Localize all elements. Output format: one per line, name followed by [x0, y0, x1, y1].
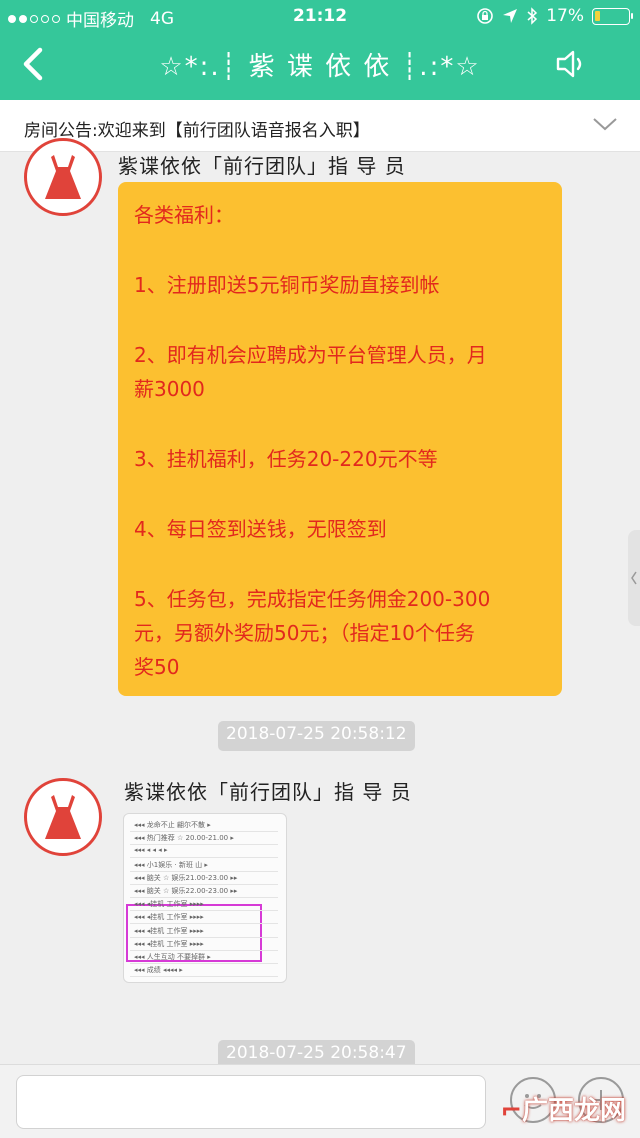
bluetooth-icon	[527, 7, 538, 25]
watermark-text: 广西龙网	[521, 1096, 626, 1126]
announcement-bar[interactable]: 房间公告:欢迎来到【前行团队语音报名入职】	[0, 100, 640, 152]
image-text-line: ◂◂◂ ◂挂机 工作室 ▸▸▸▸	[134, 939, 204, 948]
status-bar: 中国移动 4G 21:12 17%	[0, 0, 640, 32]
image-divider	[130, 831, 278, 832]
message-line	[134, 406, 548, 442]
image-divider	[130, 870, 278, 872]
image-text-line: ◂◂◂ ◂挂机 工作室 ▸▸▸▸	[134, 926, 204, 935]
battery-percent: 17%	[546, 6, 584, 26]
image-text-line: ◂◂◂ ◂挂机 工作室 ▸▸▸▸	[134, 900, 204, 909]
message-line	[134, 546, 548, 582]
image-text-line: ◂◂◂ 热门推荐 ☆ 20.00-21.00 ▸	[134, 834, 234, 843]
message-line: 2、即有机会应聘成为平台管理人员，月	[134, 343, 487, 367]
message-line: 薪3000	[134, 377, 205, 401]
message-input[interactable]	[16, 1075, 486, 1129]
chevron-down-icon[interactable]	[592, 114, 618, 134]
image-divider	[130, 857, 278, 859]
message-line: 奖50	[134, 655, 180, 679]
image-divider	[130, 976, 278, 978]
watermark: ⌐广西龙网	[500, 1090, 626, 1127]
image-text-line: ◂◂◂ 龙命不止 翩尔不散 ▸	[134, 821, 211, 829]
image-text-line: ◂◂◂ 脑关 ☆ 娱乐21.00-23.00 ▸▸	[134, 873, 238, 882]
message-bubble[interactable]: 各类福利： 1、注册即送5元铜币奖励直接到帐 2、即有机会应聘成为平台管理人员，月薪…	[118, 182, 562, 696]
sender-name: 紫谍依依「前行团队」指 导 员	[118, 154, 406, 178]
side-drawer-handle[interactable]	[628, 530, 640, 626]
image-divider	[130, 949, 278, 951]
chevron-left-icon	[631, 571, 637, 585]
image-text-line: ◂◂◂ ◂挂机 工作室 ▸▸▸▸	[134, 913, 204, 922]
top-bar: 中国移动 4G 21:12 17% ☆*:.┊ 紫 谍 依 依 ┊.:*☆	[0, 0, 640, 100]
watermark-mark: ⌐	[500, 1096, 522, 1126]
message-line	[134, 232, 548, 268]
room-title: ☆*:.┊ 紫 谍 依 依 ┊.:*☆	[159, 52, 481, 82]
image-text-line: ◂◂◂ 脑关 ☆ 娱乐22.00-23.00 ▸▸	[134, 887, 238, 895]
image-divider	[130, 910, 278, 912]
message-line: 元，另额外奖励50元；（指定10个任务	[134, 621, 475, 645]
message-line: 1、注册即送5元铜币奖励直接到帐	[134, 273, 440, 297]
message-line	[134, 476, 548, 512]
message-line: 4、每日签到送钱，无限签到	[134, 517, 387, 541]
image-divider	[130, 936, 278, 938]
timestamp: 2018-07-25 20:58:12	[218, 721, 415, 751]
announcement-text: 房间公告:欢迎来到【前行团队语音报名入职】	[24, 121, 370, 141]
avatar[interactable]	[24, 778, 102, 856]
sender-name: 紫谍依依「前行团队」指 导 员	[124, 780, 412, 804]
rotation-lock-icon	[477, 8, 494, 24]
avatar[interactable]	[24, 138, 102, 216]
message-line: 各类福利：	[134, 203, 234, 227]
dress-icon	[45, 795, 81, 839]
image-divider	[130, 883, 278, 885]
image-message[interactable]: ◂◂◂ 龙命不止 翩尔不散 ▸ ◂◂◂ 热门推荐 ☆ 20.00-21.00 ▸ ◂…	[123, 813, 287, 983]
dress-icon	[45, 155, 81, 199]
location-icon	[503, 9, 518, 23]
speaker-button[interactable]	[554, 46, 590, 82]
message-line: 5、任务包，完成指定任务佣金200-300	[134, 587, 491, 611]
image-divider	[130, 963, 278, 964]
image-text-line: ◂◂◂ 成绩 ◂◂◂◂ ▸	[134, 966, 183, 975]
image-text-line: ◂◂◂ ◂ ◂ ◂ ▸	[134, 846, 168, 855]
battery-icon	[592, 7, 633, 25]
image-divider	[130, 923, 278, 925]
message-line: 3、挂机福利，任务20-220元不等	[134, 447, 438, 471]
image-text-line: ◂◂◂ 人生互动 不要掉群 ▸	[134, 953, 211, 961]
image-divider	[130, 844, 278, 846]
image-text-line: ◂◂◂ 小1娱乐 · 新班 山 ▸	[134, 860, 208, 869]
message-line	[134, 302, 548, 338]
image-divider	[130, 897, 278, 898]
